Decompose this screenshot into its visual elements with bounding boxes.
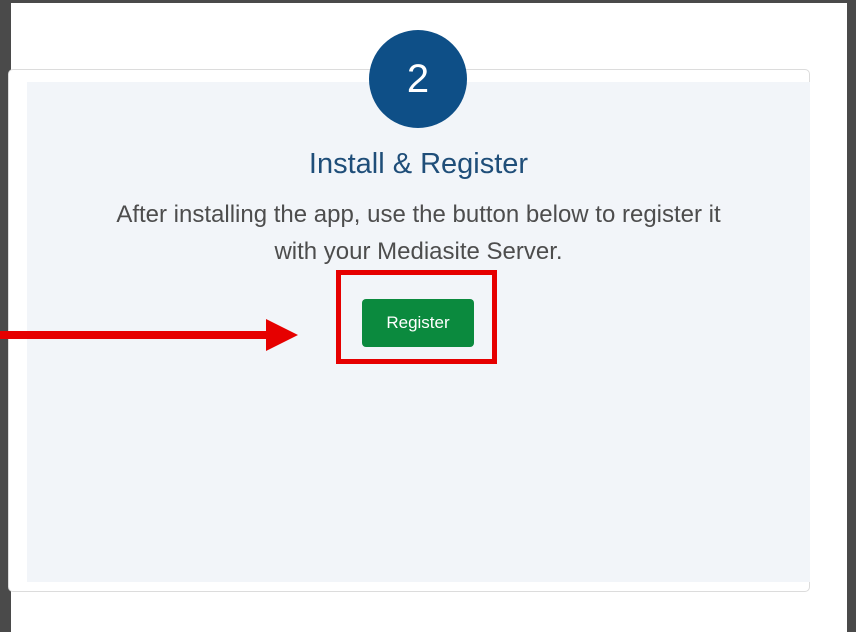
step-number-badge: 2 <box>369 30 467 128</box>
step-title: Install & Register <box>308 148 529 180</box>
register-button[interactable]: Register <box>362 299 474 347</box>
step-number: 2 <box>406 57 430 101</box>
step-description-line: with your Mediasite Server. <box>274 238 563 265</box>
step-description: After installing the app, use the button… <box>56 196 781 270</box>
pointer-arrow-icon <box>0 319 298 351</box>
step-description-line: After installing the app, use the button… <box>116 201 721 228</box>
